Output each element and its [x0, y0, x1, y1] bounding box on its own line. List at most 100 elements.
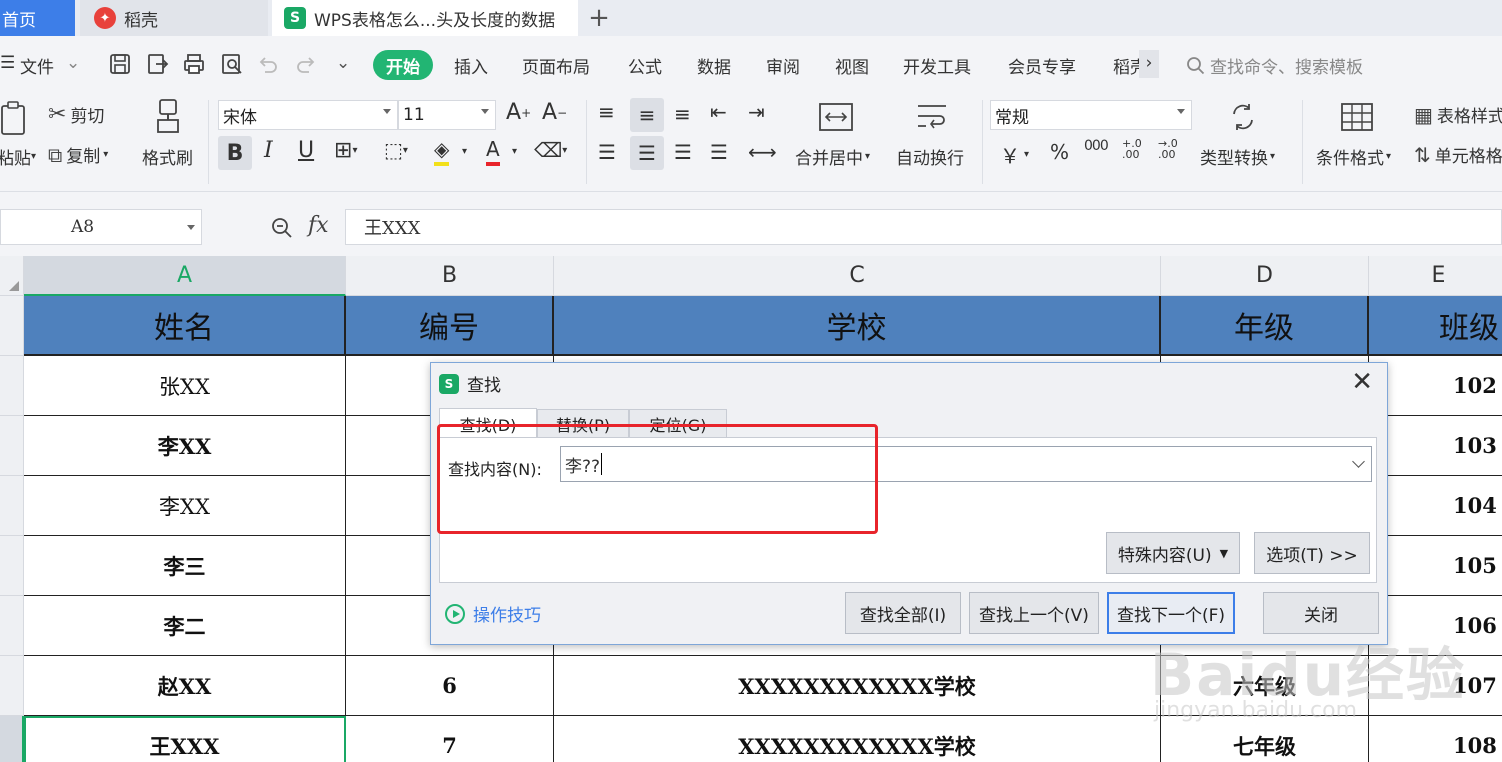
- paste-button[interactable]: 粘贴 ▾: [0, 144, 36, 169]
- command-search[interactable]: 查找命令、搜索模板: [1186, 53, 1363, 78]
- name-box[interactable]: A8: [0, 209, 202, 245]
- find-all-button[interactable]: 查找全部(I): [845, 592, 961, 634]
- select-all-corner[interactable]: [0, 256, 24, 296]
- increase-indent-icon[interactable]: ⇥: [748, 100, 765, 124]
- operation-tips-link[interactable]: 操作技巧: [445, 601, 541, 626]
- decrease-decimal-icon[interactable]: →.0 .00: [1158, 138, 1188, 160]
- redo-icon[interactable]: [294, 52, 318, 76]
- new-tab-button[interactable]: +: [584, 0, 614, 36]
- column-header-e[interactable]: E: [1369, 256, 1502, 296]
- justify-icon[interactable]: ☰: [710, 140, 728, 164]
- column-header-c[interactable]: C: [554, 256, 1161, 296]
- increase-decimal-icon[interactable]: +.0 .00: [1122, 138, 1150, 160]
- formula-input[interactable]: 王XXX: [345, 209, 1502, 245]
- column-header-d[interactable]: D: [1161, 256, 1369, 296]
- menu-daoke[interactable]: 稻壳: [1113, 53, 1141, 78]
- align-bottom-icon[interactable]: ≡: [674, 102, 691, 126]
- underline-icon[interactable]: U: [298, 138, 314, 163]
- row-header[interactable]: [0, 296, 24, 356]
- row-header-selected[interactable]: [0, 716, 24, 762]
- align-right-icon[interactable]: ☰: [674, 140, 692, 164]
- font-size-select[interactable]: 11: [398, 100, 496, 130]
- number-format-select[interactable]: 常规: [990, 100, 1192, 130]
- menu-developer[interactable]: 开发工具: [903, 53, 971, 78]
- zoom-icon[interactable]: [270, 216, 294, 240]
- conditional-format-icon[interactable]: [1340, 102, 1374, 132]
- fill-color-dropdown-icon[interactable]: ▾: [462, 146, 467, 157]
- menu-file[interactable]: 文件: [20, 53, 54, 78]
- tab-daoke[interactable]: ✦ 稻壳: [80, 0, 268, 36]
- conditional-format-button[interactable]: 条件格式 ▾: [1316, 144, 1391, 169]
- save-icon[interactable]: [108, 52, 132, 76]
- format-painter-icon[interactable]: [154, 98, 182, 134]
- decrease-font-icon[interactable]: A −: [542, 100, 567, 125]
- column-header-b[interactable]: B: [346, 256, 554, 296]
- fill-color-icon[interactable]: ◈: [434, 136, 450, 166]
- increase-font-icon[interactable]: A +: [506, 100, 531, 125]
- auto-wrap-button[interactable]: 自动换行: [896, 144, 964, 169]
- row-header[interactable]: [0, 536, 24, 596]
- print-icon[interactable]: [182, 52, 206, 76]
- format-painter-button[interactable]: 格式刷: [142, 144, 193, 169]
- options-button[interactable]: 选项(T) >>: [1254, 532, 1370, 574]
- header-cell-school[interactable]: 学校: [554, 296, 1161, 356]
- cell-style-icon[interactable]: ⬚ ▾: [384, 138, 408, 162]
- cell-format-button[interactable]: ⇅单元格格式: [1414, 142, 1502, 168]
- row-header[interactable]: [0, 356, 24, 416]
- distributed-align-icon[interactable]: ⟷: [748, 140, 777, 164]
- align-left-icon[interactable]: ☰: [598, 140, 616, 164]
- menu-start[interactable]: 开始: [373, 50, 433, 80]
- find-previous-button[interactable]: 查找上一个(V): [969, 592, 1099, 634]
- cell-name[interactable]: 张XX: [24, 356, 346, 416]
- currency-icon[interactable]: ￥ ▾: [1000, 140, 1029, 169]
- cell-school[interactable]: XXXXXXXXXXXX学校: [554, 656, 1161, 716]
- header-cell-id[interactable]: 编号: [346, 296, 554, 356]
- align-center-icon[interactable]: ☰: [630, 136, 664, 170]
- align-top-icon[interactable]: ≡: [598, 100, 615, 124]
- export-icon[interactable]: [146, 52, 170, 76]
- menu-data[interactable]: 数据: [697, 53, 731, 78]
- menu-formula[interactable]: 公式: [628, 53, 662, 78]
- menu-review[interactable]: 审阅: [766, 53, 800, 78]
- cell-name-selected[interactable]: 王XXX: [24, 716, 346, 762]
- cell-name[interactable]: 李二: [24, 596, 346, 656]
- column-header-a[interactable]: A: [24, 256, 346, 296]
- menu-page-layout[interactable]: 页面布局: [522, 53, 590, 78]
- chevron-down-icon[interactable]: [1352, 455, 1365, 468]
- row-header[interactable]: [0, 656, 24, 716]
- dialog-title-bar[interactable]: S 查找: [439, 371, 501, 396]
- menu-scroll-right-icon[interactable]: ›: [1139, 50, 1159, 78]
- border-icon[interactable]: ⊞ ▾: [334, 138, 357, 163]
- cell-class[interactable]: 104: [1369, 476, 1502, 536]
- table-style-button[interactable]: ▦ 表格样式: [1414, 102, 1502, 128]
- font-color-icon[interactable]: A: [486, 136, 500, 166]
- cell-name[interactable]: 赵XX: [24, 656, 346, 716]
- hamburger-icon[interactable]: ☰: [0, 53, 15, 73]
- chevron-down-icon[interactable]: ⌄: [66, 53, 80, 73]
- special-content-button[interactable]: 特殊内容(U) ▼: [1106, 532, 1240, 574]
- merge-center-button[interactable]: 合并居中 ▾: [795, 144, 870, 169]
- align-middle-icon[interactable]: ≡: [630, 98, 664, 132]
- undo-icon[interactable]: [256, 52, 280, 76]
- menu-view[interactable]: 视图: [835, 53, 869, 78]
- thousands-separator-icon[interactable]: 000: [1084, 138, 1109, 154]
- paste-icon[interactable]: [0, 100, 28, 136]
- cell-class[interactable]: 103: [1369, 416, 1502, 476]
- header-cell-class[interactable]: 班级: [1369, 296, 1502, 356]
- row-header[interactable]: [0, 596, 24, 656]
- quick-access-more-icon[interactable]: ⌄: [336, 53, 350, 73]
- bold-icon[interactable]: B: [218, 136, 252, 170]
- menu-member[interactable]: 会员专享: [1008, 53, 1076, 78]
- print-preview-icon[interactable]: [220, 52, 244, 76]
- font-name-select[interactable]: 宋体: [218, 100, 398, 130]
- cell-class[interactable]: 102: [1369, 356, 1502, 416]
- cell-school[interactable]: XXXXXXXXXXXX学校: [554, 716, 1161, 762]
- tab-home[interactable]: 首页: [0, 0, 75, 36]
- cell-name[interactable]: 李XX: [24, 476, 346, 536]
- cell-id[interactable]: 6: [346, 656, 554, 716]
- tab-document[interactable]: S WPS表格怎么...头及长度的数据: [272, 0, 578, 36]
- row-header[interactable]: [0, 476, 24, 536]
- header-cell-name[interactable]: 姓名: [24, 296, 346, 356]
- cell-class[interactable]: 105: [1369, 536, 1502, 596]
- menu-insert[interactable]: 插入: [454, 53, 488, 78]
